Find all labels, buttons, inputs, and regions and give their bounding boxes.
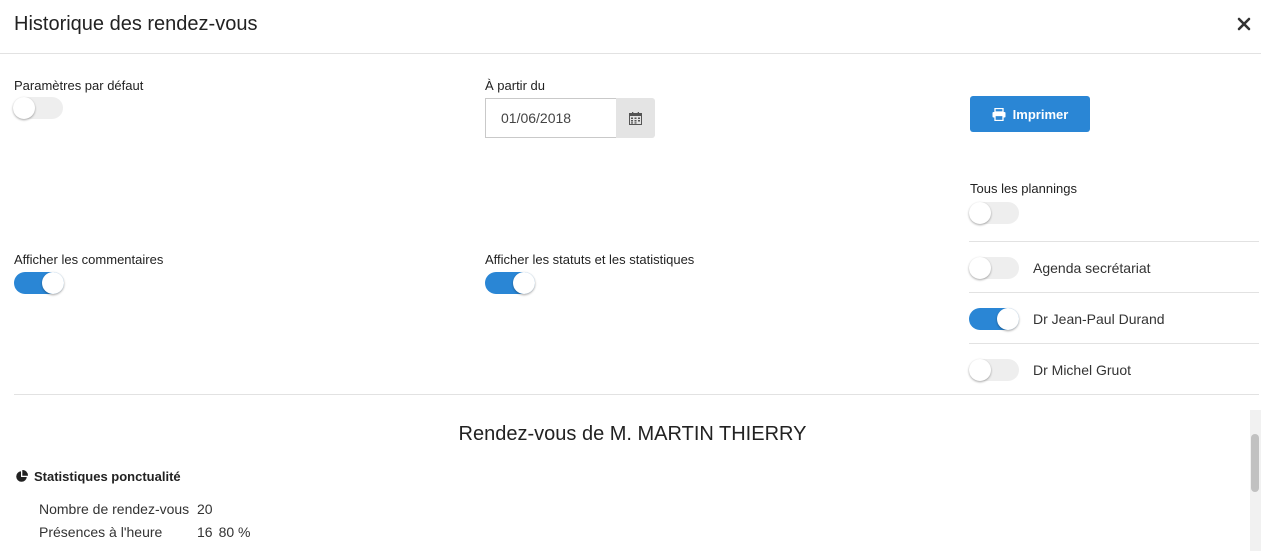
planning-toggle-dr-michel-gruot[interactable] bbox=[969, 359, 1019, 381]
stats-heading-label: Statistiques ponctualité bbox=[34, 469, 181, 484]
stat-row: Nombre de rendez-vous 20 bbox=[39, 501, 213, 517]
stat-label: Nombre de rendez-vous bbox=[39, 501, 190, 517]
stat-percent: 80 % bbox=[218, 524, 251, 540]
dialog-title: Historique des rendez-vous bbox=[14, 13, 258, 35]
calendar-button[interactable] bbox=[616, 98, 655, 138]
all-plannings-label: Tous les plannings bbox=[970, 181, 1077, 196]
planning-label-dr-jean-paul-durand: Dr Jean-Paul Durand bbox=[1033, 311, 1165, 327]
planning-toggle-dr-jean-paul-durand[interactable] bbox=[969, 308, 1019, 330]
show-statuses-toggle[interactable] bbox=[485, 272, 535, 294]
printer-icon bbox=[992, 107, 1006, 121]
section-divider bbox=[14, 394, 1259, 395]
default-params-toggle[interactable] bbox=[13, 97, 63, 119]
all-plannings-toggle[interactable] bbox=[969, 202, 1019, 224]
show-statuses-label: Afficher les statuts et les statistiques bbox=[485, 252, 695, 267]
stat-value: 16 bbox=[197, 524, 213, 540]
report-title: Rendez-vous de M. MARTIN THIERRY bbox=[458, 423, 807, 445]
stat-label: Présences à l'heure bbox=[39, 524, 163, 540]
print-button[interactable]: Imprimer bbox=[970, 96, 1090, 132]
divider bbox=[969, 241, 1259, 242]
close-icon bbox=[1237, 17, 1251, 31]
stat-row: Présences à l'heure 16 80 % bbox=[39, 524, 251, 540]
from-date-input[interactable] bbox=[485, 98, 616, 138]
planning-label-dr-michel-gruot: Dr Michel Gruot bbox=[1033, 362, 1132, 378]
scrollbar-thumb[interactable] bbox=[1251, 434, 1259, 492]
print-button-label: Imprimer bbox=[1012, 106, 1069, 122]
show-comments-toggle[interactable] bbox=[14, 272, 64, 294]
calendar-icon bbox=[629, 111, 642, 125]
default-params-label: Paramètres par défaut bbox=[14, 78, 144, 93]
from-date-label: À partir du bbox=[485, 78, 545, 93]
planning-label-agenda-secretariat: Agenda secrétariat bbox=[1033, 260, 1151, 276]
divider bbox=[969, 292, 1259, 293]
stat-value: 20 bbox=[197, 501, 213, 517]
dialog-header: Historique des rendez-vous bbox=[0, 0, 1261, 54]
close-button[interactable] bbox=[1236, 13, 1252, 33]
pie-chart-icon bbox=[16, 470, 28, 482]
planning-toggle-agenda-secretariat[interactable] bbox=[969, 257, 1019, 279]
show-comments-label: Afficher les commentaires bbox=[14, 252, 164, 267]
stats-heading: Statistiques ponctualité bbox=[15, 469, 181, 484]
divider bbox=[969, 343, 1259, 344]
